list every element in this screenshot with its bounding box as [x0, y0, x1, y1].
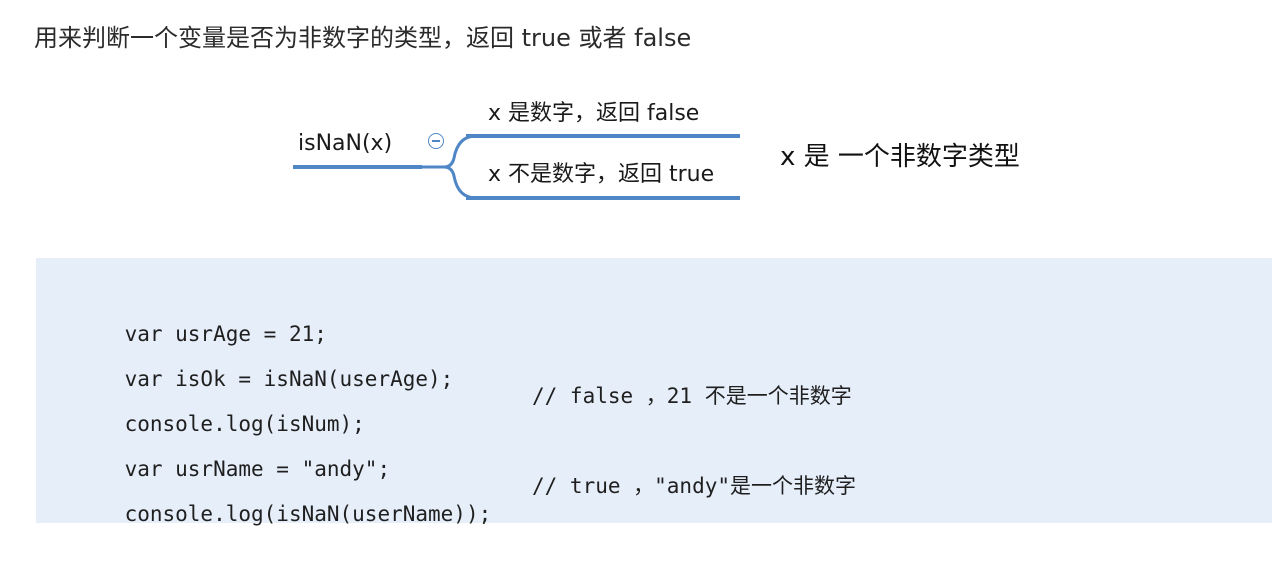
code-line: console.log(isNaN(userName)); // true ，"…: [74, 472, 856, 584]
collapse-minus-icon[interactable]: [428, 133, 444, 149]
code-block: var usrAge = 21; var isOk = isNaN(userAg…: [36, 258, 1272, 526]
code-comment: // false ，21 不是一个非数字: [532, 384, 852, 408]
mind-map-root-underline: [293, 165, 422, 169]
mind-map-summary: x 是 一个非数字类型: [780, 142, 1020, 172]
mind-map: isNaN(x) x 是数字，返回 false x 不是数字，返回 true x…: [0, 0, 1272, 240]
mind-map-branch-underline: [466, 196, 740, 200]
mind-map-branch-underline: [466, 134, 740, 138]
code-comment: // true ，"andy"是一个非数字: [532, 474, 857, 498]
mind-map-branch-is-number: x 是数字，返回 false: [488, 101, 700, 126]
mind-map-branch-not-number: x 不是数字，返回 true: [488, 162, 715, 187]
code-text: console.log(isNaN(userName));: [124, 502, 492, 526]
mind-map-root-label: isNaN(x): [298, 131, 393, 156]
